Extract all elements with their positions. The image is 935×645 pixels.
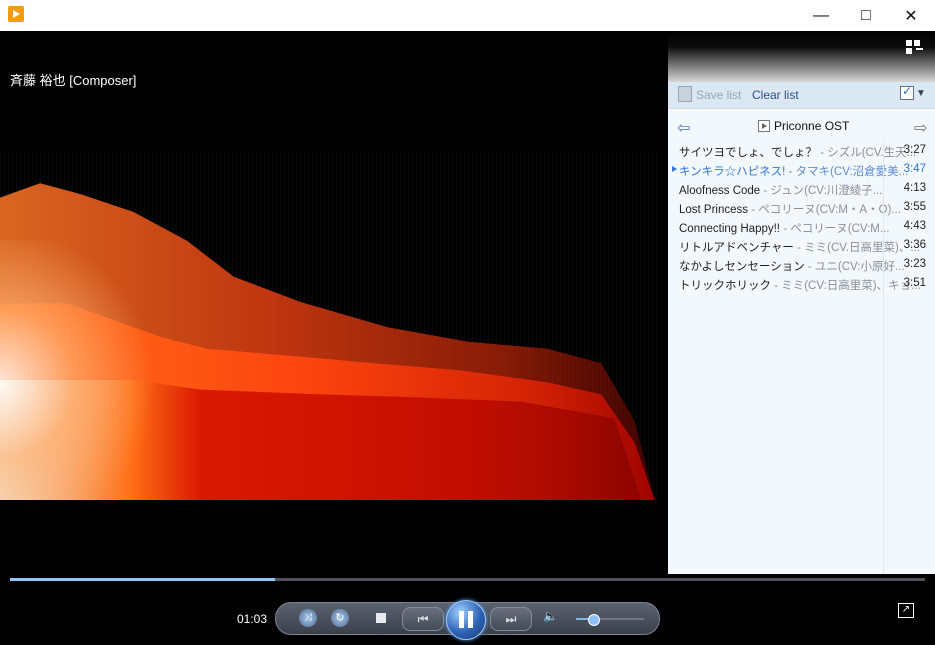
volume-slider[interactable] bbox=[576, 614, 644, 626]
playlist-toolbar: Save list Clear list ▼ bbox=[668, 82, 935, 109]
list-options-icon[interactable] bbox=[900, 84, 914, 100]
close-button[interactable]: ✕ bbox=[888, 0, 934, 31]
fullscreen-icon[interactable]: ↗ bbox=[898, 603, 914, 618]
player-controls: 01:03 ⤨ ↻ ⏮ ⏭ 🔈 ↗ bbox=[0, 587, 935, 645]
now-playing-icon bbox=[672, 166, 677, 172]
track-title: トリックホリック - ミミ(CV:日高里菜)、キョ... bbox=[679, 280, 921, 292]
shuffle-icon[interactable]: ⤨ bbox=[299, 609, 317, 627]
playlist-icon bbox=[758, 120, 770, 132]
track-duration: 3:55 bbox=[903, 201, 926, 213]
playlist-panel: Save list Clear list ▼ ⇦ Priconne OST ⇨ … bbox=[668, 31, 935, 574]
track-duration: 3:36 bbox=[903, 239, 926, 251]
seek-bar[interactable] bbox=[10, 578, 925, 581]
switch-to-library-icon[interactable] bbox=[906, 40, 923, 53]
track-duration: 3:27 bbox=[903, 144, 926, 156]
save-icon bbox=[678, 86, 692, 102]
list-item[interactable]: トリックホリック - ミミ(CV:日高里菜)、キョ... 3:51 bbox=[668, 275, 935, 294]
list-item[interactable]: Lost Princess - ペコリーヌ(CV:M・A・O)... 3:55 bbox=[668, 199, 935, 218]
clear-list-button[interactable]: Clear list bbox=[752, 88, 799, 102]
track-duration: 3:51 bbox=[903, 277, 926, 289]
chevron-down-icon[interactable]: ▼ bbox=[916, 88, 926, 99]
repeat-icon[interactable]: ↻ bbox=[331, 609, 349, 627]
volume-icon[interactable]: 🔈 bbox=[543, 609, 558, 623]
track-duration: 3:23 bbox=[903, 258, 926, 270]
track-title: Aloofness Code - ジュン(CV:川澄綾子... bbox=[679, 185, 883, 197]
list-item[interactable]: リトルアドベンチャー - ミミ(CV.日高里菜)、... 3:36 bbox=[668, 237, 935, 256]
track-duration: 4:43 bbox=[903, 220, 926, 232]
list-item[interactable]: キンキラ☆ハピネス! - タマキ(CV:沼倉愛美... 3:47 bbox=[668, 161, 935, 180]
stop-icon[interactable] bbox=[376, 613, 386, 623]
track-title: サイツヨでしょ、でしょ？ - シズル(CV.生天... bbox=[679, 147, 917, 159]
track-duration: 3:47 bbox=[903, 163, 926, 175]
volume-knob[interactable] bbox=[588, 614, 600, 626]
pause-icon[interactable] bbox=[446, 600, 486, 640]
video-area[interactable]: 斉藤 裕也 [Composer] bbox=[0, 31, 668, 574]
forward-arrow-icon[interactable]: ⇨ bbox=[914, 118, 927, 138]
media-player-icon bbox=[8, 6, 24, 22]
now-playing-label: 斉藤 裕也 [Composer] bbox=[10, 73, 137, 88]
list-item[interactable]: なかよしセンセーション - ユニ(CV:小原好... 3:23 bbox=[668, 256, 935, 275]
list-item[interactable]: Connecting Happy!! - ペコリーヌ(CV:M... 4:43 bbox=[668, 218, 935, 237]
list-item[interactable]: Aloofness Code - ジュン(CV:川澄綾子... 4:13 bbox=[668, 180, 935, 199]
track-duration: 4:13 bbox=[903, 182, 926, 194]
track-title: Connecting Happy!! - ペコリーヌ(CV:M... bbox=[679, 223, 890, 235]
minimize-button[interactable]: — bbox=[798, 0, 844, 31]
track-title: なかよしセンセーション - ユニ(CV:小原好... bbox=[679, 261, 905, 273]
column-divider bbox=[883, 142, 884, 574]
track-title: Lost Princess - ペコリーヌ(CV:M・A・O)... bbox=[679, 204, 901, 216]
seek-progress bbox=[10, 578, 276, 581]
visualization-glow bbox=[0, 240, 160, 500]
save-list-button[interactable]: Save list bbox=[696, 88, 741, 102]
title-bar: — □ ✕ bbox=[0, 0, 935, 31]
track-list: サイツヨでしょ、でしょ？ - シズル(CV.生天... 3:27 キンキラ☆ハピ… bbox=[668, 142, 935, 294]
list-item[interactable]: サイツヨでしょ、でしょ？ - シズル(CV.生天... 3:27 bbox=[668, 142, 935, 161]
control-capsule: ⤨ ↻ ⏮ ⏭ 🔈 bbox=[275, 600, 660, 640]
previous-icon[interactable]: ⏮ bbox=[402, 607, 444, 631]
panel-header bbox=[668, 31, 935, 83]
playlist-title[interactable]: Priconne OST bbox=[774, 119, 849, 133]
elapsed-time: 01:03 bbox=[237, 612, 268, 626]
maximize-button[interactable]: □ bbox=[843, 0, 889, 31]
track-title: キンキラ☆ハピネス! - タマキ(CV:沼倉愛美... bbox=[679, 166, 909, 178]
next-icon[interactable]: ⏭ bbox=[490, 607, 532, 631]
back-arrow-icon[interactable]: ⇦ bbox=[677, 118, 690, 138]
